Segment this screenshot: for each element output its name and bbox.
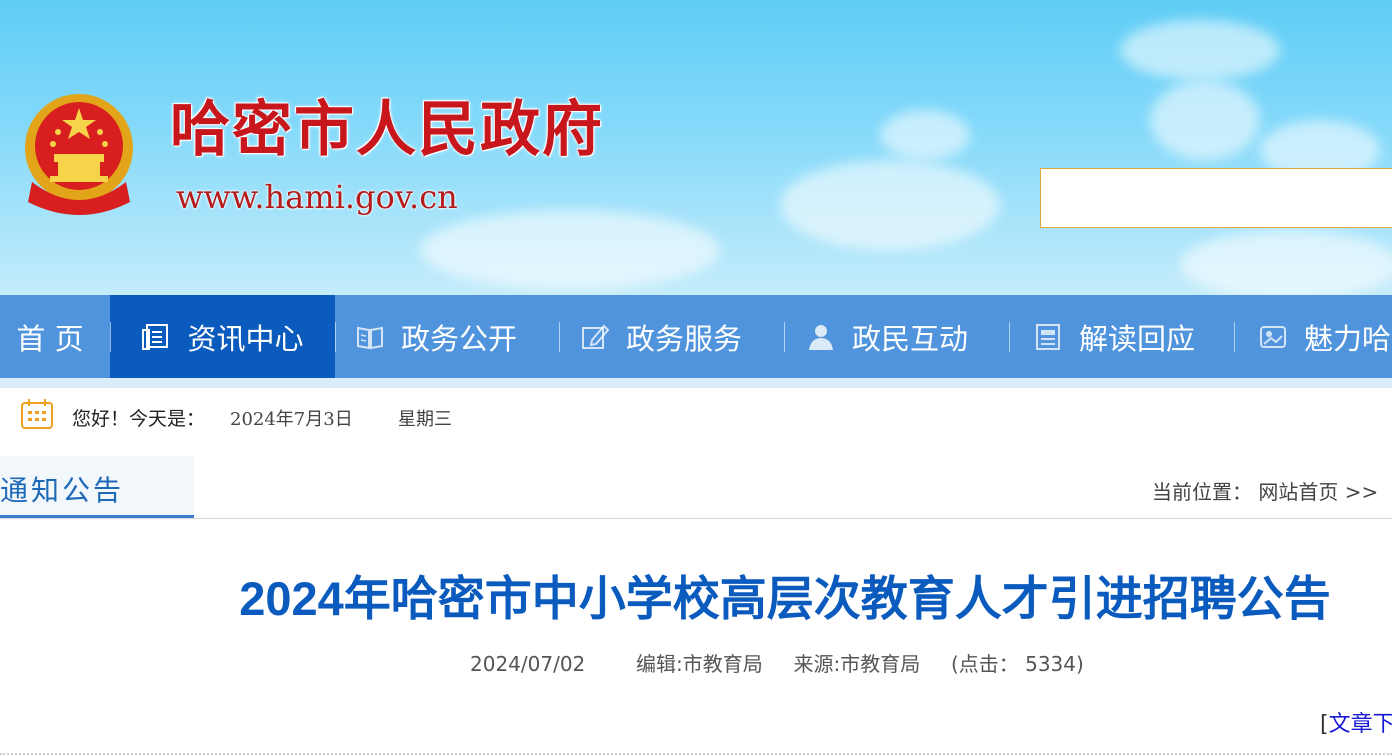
nav-label: 政民互动 xyxy=(852,321,969,356)
nav-divider xyxy=(784,322,785,352)
nav-divider xyxy=(335,322,336,352)
greeting-text: 您好！今天是： xyxy=(72,408,206,430)
nav-government-affairs[interactable]: 政务公开 xyxy=(355,295,555,378)
nav-interpretation[interactable]: 解读回应 xyxy=(1033,295,1233,378)
search-input[interactable] xyxy=(1040,168,1392,228)
article-editor: 编辑:市教育局 xyxy=(636,652,763,676)
calendar-icon xyxy=(21,399,53,429)
site-title: 哈密市人民政府 xyxy=(170,95,604,165)
nav-divider xyxy=(559,322,560,352)
nav-label: 首 页 xyxy=(16,321,84,356)
article-clicks: (点击： 5334) xyxy=(950,652,1084,676)
nav-label: 资讯中心 xyxy=(187,321,304,356)
article-source: 来源:市教育局 xyxy=(793,652,921,676)
article-meta: 2024/07/02 编辑:市教育局 来源:市教育局 (点击： 5334) xyxy=(470,648,1084,677)
bracket-open: [ xyxy=(1320,712,1329,737)
current-date: 2024年7月3日 xyxy=(230,409,353,430)
breadcrumb-separator: >> xyxy=(1344,480,1379,504)
breadcrumb: 当前位置： 网站首页 >> xyxy=(1152,476,1378,505)
news-icon xyxy=(142,323,169,350)
cloud-decoration xyxy=(1180,230,1392,295)
nav-label: 政务公开 xyxy=(401,321,518,356)
article-title: 2024年哈密市中小学校高层次教育人才引进招聘公告 xyxy=(239,572,1331,625)
nav-charm-hami[interactable]: 魅力哈 xyxy=(1258,295,1392,378)
article-download: [文章下 xyxy=(1320,706,1392,738)
cloud-decoration xyxy=(780,160,1000,250)
section-divider xyxy=(0,518,1392,519)
cloud-decoration xyxy=(420,210,720,290)
cloud-decoration xyxy=(1120,20,1280,80)
edit-icon xyxy=(582,324,610,349)
person-icon xyxy=(809,324,833,350)
site-url: www.hami.gov.cn xyxy=(176,178,458,216)
cloud-decoration xyxy=(1150,80,1260,160)
article-date: 2024/07/02 xyxy=(470,652,586,676)
main-nav: 首 页 资讯中心 政务公开 政务服务 政民互动 解读回应 魅力哈 xyxy=(0,295,1392,378)
nav-government-services[interactable]: 政务服务 xyxy=(580,295,780,378)
breadcrumb-prefix: 当前位置： xyxy=(1152,480,1252,504)
nav-label: 政务服务 xyxy=(626,321,743,356)
nav-label: 解读回应 xyxy=(1079,321,1196,356)
image-icon xyxy=(1260,325,1286,348)
national-emblem-icon xyxy=(25,94,133,215)
current-weekday: 星期三 xyxy=(398,409,452,430)
nav-public-interaction[interactable]: 政民互动 xyxy=(806,295,1006,378)
article-download-link[interactable]: 文章下 xyxy=(1329,712,1392,737)
nav-divider xyxy=(1009,322,1010,352)
section-tab-label[interactable]: 通知公告 xyxy=(0,469,124,509)
nav-home[interactable]: 首 页 xyxy=(0,295,110,378)
cloud-decoration xyxy=(880,110,970,160)
nav-bottom-strip xyxy=(0,378,1392,388)
dotted-divider xyxy=(0,753,1392,755)
document-icon xyxy=(1036,323,1060,350)
breadcrumb-home-link[interactable]: 网站首页 xyxy=(1258,480,1338,504)
nav-divider xyxy=(1234,322,1235,352)
nav-divider xyxy=(110,322,111,352)
nav-news-center[interactable]: 资讯中心 xyxy=(110,295,335,378)
book-icon xyxy=(357,326,383,349)
nav-label: 魅力哈 xyxy=(1304,321,1392,356)
